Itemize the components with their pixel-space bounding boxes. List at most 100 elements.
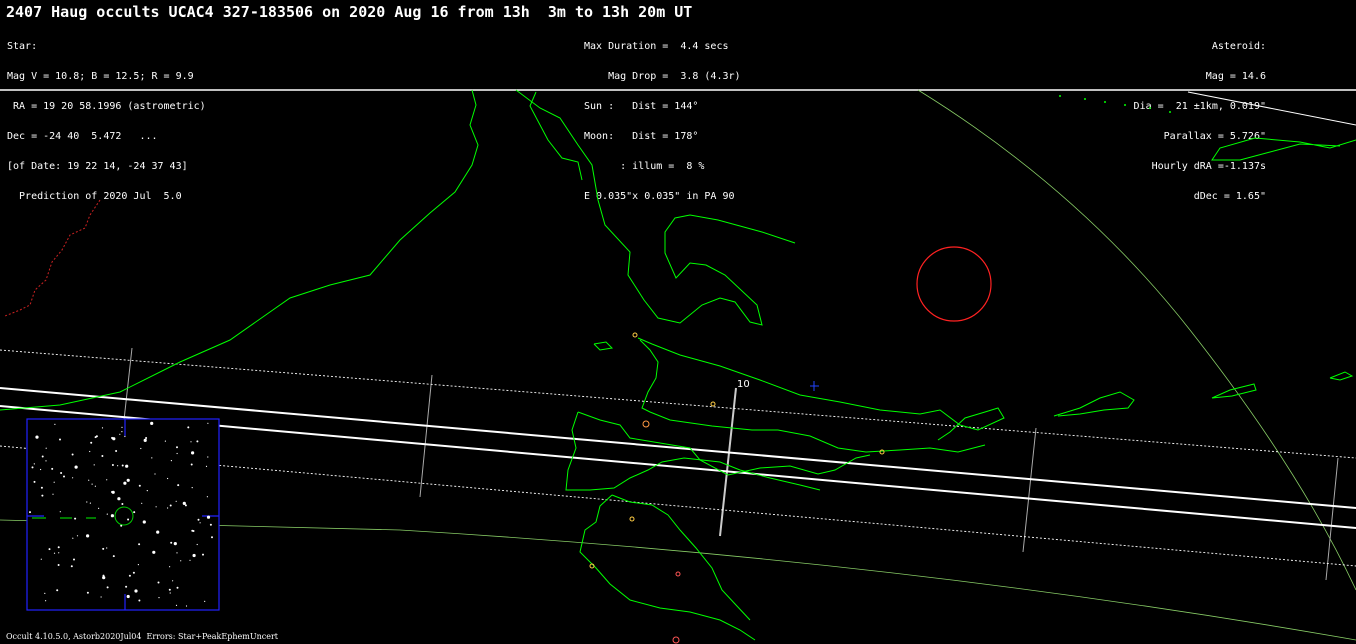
- finder-star: [197, 518, 200, 521]
- finder-star: [52, 493, 54, 495]
- finder-star: [112, 555, 115, 558]
- finder-star: [58, 552, 60, 554]
- finder-star: [89, 450, 91, 453]
- finder-star: [204, 600, 206, 603]
- coastline: [637, 337, 1005, 441]
- coastline: [1211, 383, 1257, 399]
- finder-star: [57, 546, 60, 549]
- finder-star: [51, 467, 54, 470]
- finder-star: [167, 477, 169, 480]
- city-marker: [675, 571, 681, 577]
- finder-star: [192, 553, 196, 558]
- finder-star: [54, 423, 56, 425]
- finder-star: [123, 481, 127, 485]
- finder-star: [189, 559, 191, 561]
- finder-star: [207, 456, 209, 458]
- finder-star: [33, 463, 35, 465]
- finder-star: [176, 452, 178, 455]
- time-tick-major: [719, 387, 737, 537]
- finder-star: [40, 468, 42, 471]
- finder-star: [86, 591, 89, 594]
- finder-star: [111, 491, 113, 493]
- finder-star: [101, 455, 104, 457]
- city-marker: [710, 401, 716, 407]
- finder-star: [86, 534, 90, 538]
- crosshair-icon: [810, 381, 819, 391]
- finder-star: [72, 537, 74, 539]
- finder-star: [71, 453, 74, 456]
- finder-star: [169, 592, 171, 594]
- finder-star: [91, 483, 93, 485]
- finder-star: [157, 581, 160, 584]
- finder-star: [53, 552, 56, 554]
- coastline: [0, 89, 479, 411]
- finder-star: [168, 588, 171, 591]
- finder-star: [196, 440, 199, 443]
- finder-star: [45, 447, 47, 449]
- finder-star: [137, 564, 139, 566]
- island: [1124, 104, 1126, 106]
- finder-star: [98, 507, 100, 509]
- track-minute-label: 10: [737, 379, 750, 390]
- finder-star: [115, 450, 118, 452]
- coastline: [579, 494, 756, 641]
- finder-star: [90, 441, 93, 444]
- finder-star: [138, 484, 141, 487]
- finder-star: [111, 436, 114, 439]
- finder-star: [175, 604, 178, 607]
- finder-star: [150, 421, 154, 425]
- finder-star: [94, 485, 96, 487]
- time-tick: [1022, 427, 1037, 553]
- finder-star: [59, 511, 61, 513]
- island: [1169, 111, 1171, 113]
- coastline: [1329, 371, 1354, 381]
- finder-star: [156, 530, 160, 534]
- finder-star: [155, 506, 157, 508]
- finder-star: [191, 487, 193, 489]
- finder-star: [41, 455, 44, 458]
- finder-star: [45, 600, 47, 602]
- finder-star: [167, 507, 169, 509]
- island: [1104, 101, 1106, 103]
- coastline: [515, 89, 796, 326]
- finder-star: [170, 460, 172, 462]
- finder-star: [40, 558, 42, 560]
- finder-star: [128, 574, 131, 577]
- finder-star: [125, 464, 129, 468]
- finder-star: [152, 550, 156, 554]
- finder-star: [74, 517, 77, 520]
- finder-star: [169, 504, 172, 507]
- finder-star: [187, 426, 190, 429]
- finder-star: [211, 536, 213, 539]
- finder-star: [145, 437, 148, 439]
- path-line-ne: [1187, 91, 1356, 126]
- finder-star: [154, 473, 156, 475]
- finder-star: [134, 589, 138, 593]
- finder-star: [141, 502, 143, 504]
- finder-star: [101, 427, 104, 429]
- finder-star: [119, 433, 121, 435]
- finder-star: [102, 576, 106, 580]
- finder-star: [190, 441, 192, 443]
- finder-star: [106, 479, 108, 481]
- city-marker: [632, 332, 638, 338]
- finder-star: [207, 422, 209, 424]
- occultation-map[interactable]: 10: [0, 0, 1356, 644]
- finder-star: [176, 552, 178, 554]
- finder-star: [33, 480, 36, 483]
- coastline: [1053, 391, 1135, 417]
- finder-star: [41, 494, 44, 497]
- finder-star: [133, 511, 136, 514]
- finder-star: [106, 547, 108, 549]
- sun-position-circle: [916, 246, 992, 322]
- finder-star: [45, 460, 47, 462]
- finder-star: [206, 515, 211, 519]
- coastline: [1211, 137, 1356, 161]
- coastline: [593, 341, 614, 351]
- finder-star: [191, 451, 195, 455]
- coastline: [639, 339, 986, 453]
- finder-star: [175, 500, 177, 502]
- finder-star: [173, 542, 177, 546]
- finder-star: [196, 543, 198, 546]
- finder-chart[interactable]: [26, 418, 220, 611]
